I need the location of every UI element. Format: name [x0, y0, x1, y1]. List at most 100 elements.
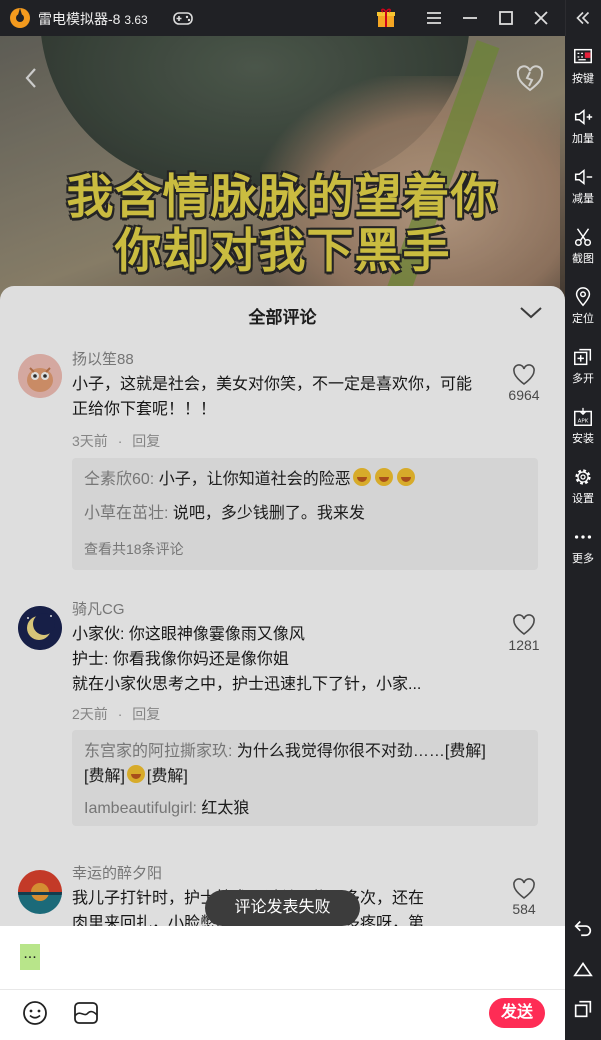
reply-text: 为什么我觉得你很不对劲……[费解] [236, 743, 486, 760]
sticker-icon[interactable] [73, 1000, 99, 1026]
nav-recents-button[interactable] [565, 998, 601, 1020]
emulator-sidebar: 按键 加量 减量 截图 定位 多开 APK 安装 设置 更多 [565, 36, 601, 1040]
nav-back-button[interactable] [565, 916, 601, 938]
like-count: 6964 [508, 387, 540, 403]
view-more-replies[interactable]: 查看共18条评论 [84, 539, 184, 559]
sidebar-item-screenshot[interactable]: 截图 [565, 226, 601, 266]
meta-separator: · [117, 433, 123, 449]
moon-avatar-icon [18, 606, 62, 650]
owl-avatar-icon [18, 354, 62, 398]
reply-item: 小草在茁壮: 说吧，多少钱删了。我来发 [84, 501, 530, 526]
laughing-emoji-icon [396, 468, 415, 486]
reply-author[interactable]: 仝素欣60: [84, 471, 154, 488]
send-button[interactable]: 发送 [489, 998, 545, 1028]
emoji-picker-icon[interactable] [22, 1000, 48, 1026]
like-button[interactable]: 1281 [500, 614, 548, 653]
sidebar-item-multi-instance[interactable]: 多开 [565, 346, 601, 386]
close-icon[interactable] [529, 6, 553, 30]
toast-message: 评论发表失败 [205, 890, 360, 926]
reply-text: 小子，让你知道社会的险恶 [158, 471, 351, 488]
volume-up-icon [574, 109, 593, 125]
double-chevron-left-icon[interactable] [572, 7, 594, 29]
sidebar-collapse-area [565, 0, 601, 36]
comment-meta: 3天前 · 回复 [72, 431, 160, 451]
minimize-icon[interactable] [458, 6, 482, 30]
heart-outline-icon [513, 878, 535, 900]
window-title: 雷电模拟器-8 3.63 [38, 11, 148, 27]
comment-text: 小子，这就是社会，美女对你笑，不一定是喜欢你，可能正给你下套呢！！！ [72, 376, 473, 418]
location-pin-icon [575, 287, 591, 307]
like-count: 1281 [508, 637, 540, 653]
reply-author[interactable]: 东宫家的阿拉撕家玖: [84, 743, 232, 760]
sidebar-item-volume-up[interactable]: 加量 [565, 106, 601, 146]
comment-time: 3天前 [72, 433, 108, 449]
sidebar-item-keymap[interactable]: 按键 [565, 46, 601, 86]
recents-icon [574, 1000, 592, 1018]
reply-button[interactable]: 回复 [132, 433, 160, 449]
sidebar-item-more[interactable]: 更多 [565, 526, 601, 566]
avatar[interactable] [18, 606, 62, 650]
reply-author[interactable]: 小草在茁壮: [84, 505, 168, 522]
scissors-icon [574, 228, 592, 246]
reply-item: Iambeautifulgirl: 红太狼 [84, 796, 530, 821]
reply-text: 红太狼 [201, 800, 250, 817]
heart-outline-icon [513, 614, 535, 636]
like-button[interactable]: 584 [500, 878, 548, 917]
comments-header: 全部评论 [0, 286, 565, 340]
comment-username[interactable]: 骑凡CG [72, 598, 125, 619]
more-dots-icon [574, 535, 592, 539]
reply-item: 为什么我觉得你很不对劲……[费解][费解][费解] [84, 764, 530, 789]
like-count: 584 [512, 901, 536, 917]
title-bar: 雷电模拟器-8 3.63 [0, 0, 601, 36]
sidebar-item-settings[interactable]: 设置 [565, 466, 601, 506]
home-icon [573, 962, 593, 977]
comment-username[interactable]: 幸运的醉夕阳 [72, 862, 162, 883]
phone-screen: 我含情脉脉的望着你 你却对我下黑手 全部评论 扬以笙88 小子，这就是社会，美女 [0, 36, 565, 1040]
emulator-logo-icon [10, 8, 30, 28]
comment-input[interactable]: ... [20, 944, 40, 970]
comment-text-line: 就在小家伙思考之中，护士迅速扎下了针，小家... [72, 676, 422, 693]
sidebar-item-volume-down[interactable]: 减量 [565, 166, 601, 206]
comment-time: 2天前 [72, 706, 108, 722]
reply-item: 仝素欣60: 小子，让你知道社会的险恶 [84, 467, 530, 492]
reply-text: [费解] [146, 768, 188, 785]
avatar[interactable] [18, 870, 62, 914]
broken-heart-icon[interactable] [515, 64, 545, 94]
nav-home-button[interactable] [565, 958, 601, 980]
multi-instance-icon [574, 348, 592, 366]
comment-text-line: 护士: 你看我像你妈还是像你姐 [72, 651, 289, 668]
laughing-emoji-icon [352, 468, 371, 486]
svg-text:APK: APK [578, 419, 589, 425]
reply-thread: 仝素欣60: 小子，让你知道社会的险恶 小草在茁壮: 说吧，多少钱删了。我来发 … [72, 458, 538, 570]
chevron-down-icon[interactable] [518, 302, 544, 324]
keyboard-icon [574, 48, 592, 64]
menu-icon[interactable] [422, 6, 446, 30]
comment-username[interactable]: 扬以笙88 [72, 348, 134, 369]
reply-button[interactable]: 回复 [132, 706, 160, 722]
heart-outline-icon [513, 364, 535, 386]
sunset-avatar-icon [18, 870, 62, 914]
back-chevron-icon[interactable] [18, 64, 46, 92]
divider [0, 989, 565, 990]
comment-input-bar: ... 发送 [0, 926, 565, 1040]
comment-meta: 2天前 · 回复 [72, 704, 160, 724]
like-button[interactable]: 6964 [500, 364, 548, 403]
video-caption-line-2: 你却对我下黑手 [114, 224, 451, 279]
sidebar-item-location[interactable]: 定位 [565, 286, 601, 326]
smile-emoji-icon [126, 765, 145, 783]
gamepad-icon[interactable] [171, 6, 195, 30]
sidebar-item-install-apk[interactable]: APK 安装 [565, 406, 601, 446]
volume-down-icon [574, 169, 593, 185]
comment-text-line: 小家伙: 你这眼神像霎像雨又像风 [72, 626, 305, 643]
maximize-icon[interactable] [494, 6, 518, 30]
gift-icon[interactable] [374, 6, 398, 30]
laughing-emoji-icon [374, 468, 393, 486]
reply-author[interactable]: Iambeautifulgirl: [84, 800, 197, 817]
apk-install-icon: APK [574, 407, 592, 426]
video-player[interactable]: 我含情脉脉的望着你 你却对我下黑手 [0, 36, 565, 306]
avatar[interactable] [18, 354, 62, 398]
reply-item: 东宫家的阿拉撕家玖: 为什么我觉得你很不对劲……[费解] [84, 739, 530, 764]
meta-separator: · [117, 706, 123, 722]
reply-text: 说吧，多少钱删了。我来发 [172, 505, 365, 522]
reply-thread: 东宫家的阿拉撕家玖: 为什么我觉得你很不对劲……[费解] 为什么我觉得你很不对劲… [72, 730, 538, 826]
